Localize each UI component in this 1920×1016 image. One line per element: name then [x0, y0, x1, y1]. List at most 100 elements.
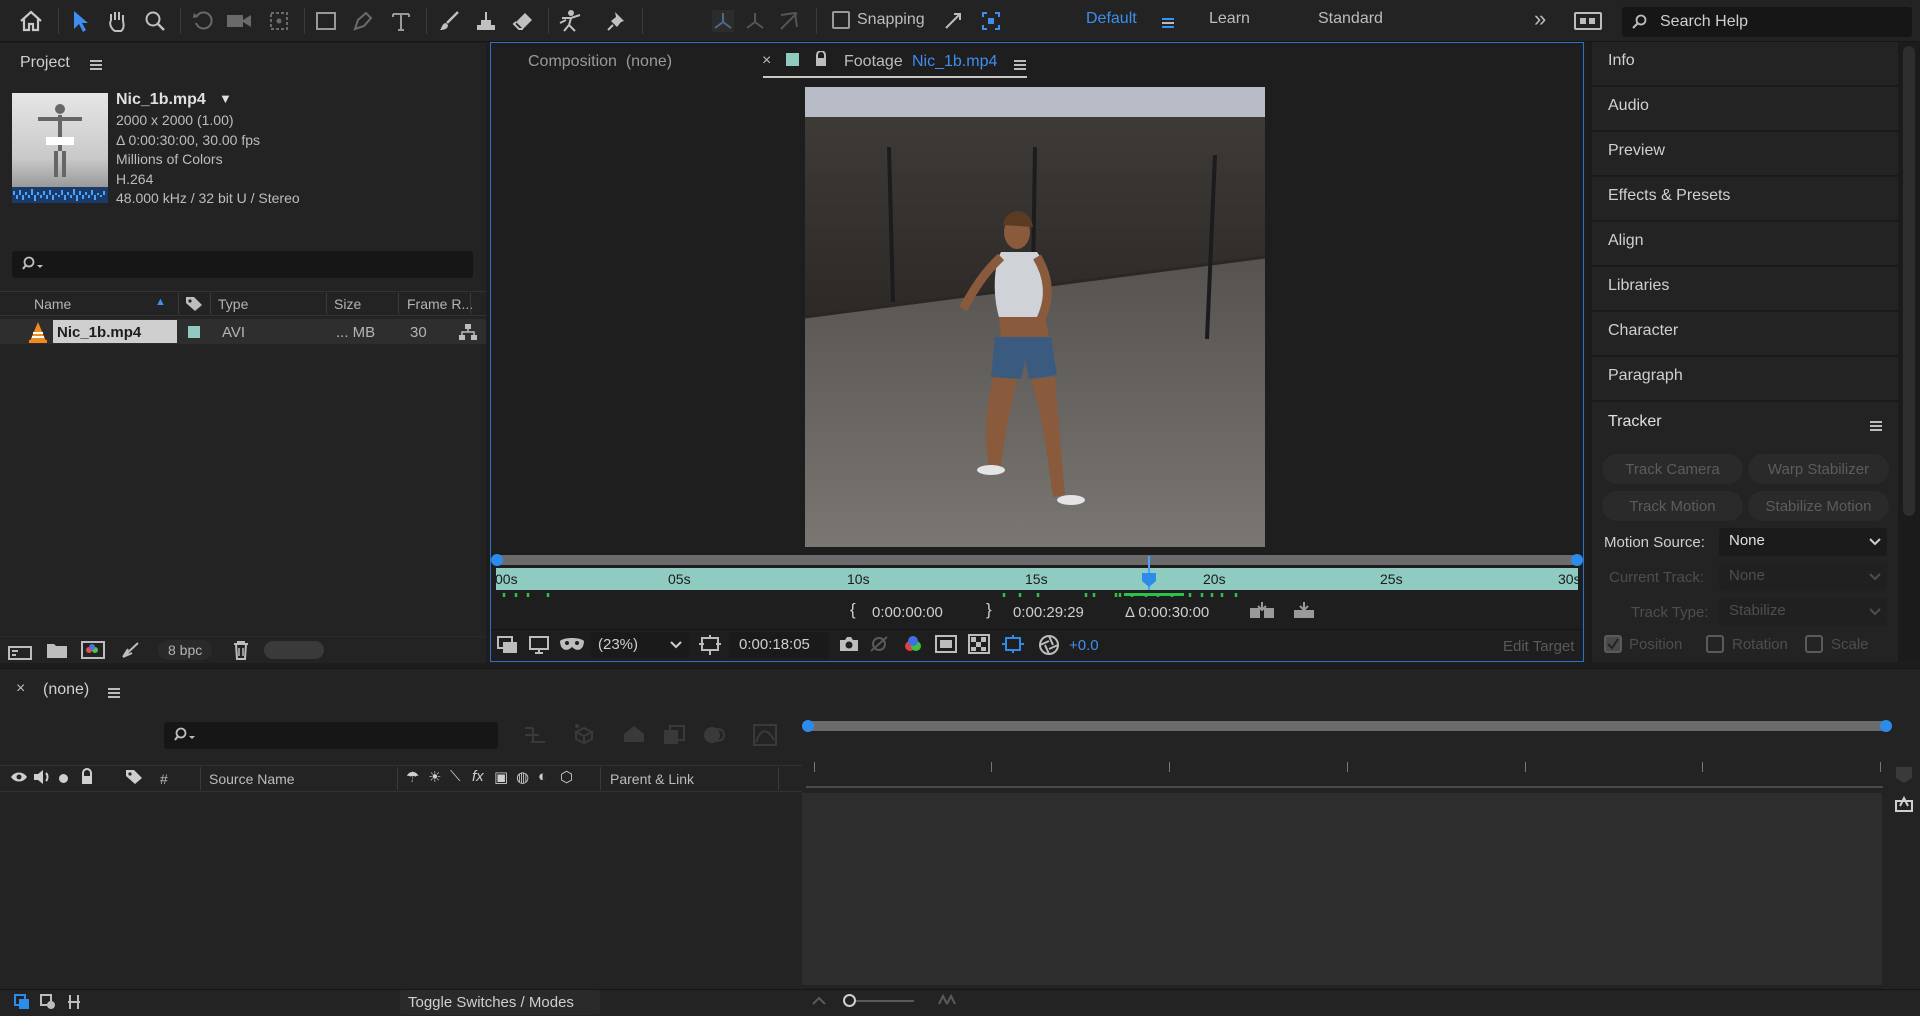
shy-switch-icon[interactable]: ☂	[406, 768, 419, 786]
project-panel-title[interactable]: Project	[20, 54, 70, 72]
hand-tool-icon[interactable]	[100, 4, 134, 38]
comp-flowchart-icon[interactable]	[523, 724, 547, 746]
motion-blur-icon[interactable]	[702, 724, 726, 746]
in-out-columns-icon[interactable]	[66, 993, 82, 1011]
out-point-time[interactable]: 0:00:29:29	[1013, 604, 1084, 621]
tracker-title[interactable]: Tracker	[1608, 413, 1662, 431]
thumbnail-slider[interactable]	[264, 641, 324, 659]
collapse-switch-icon[interactable]: ☀	[428, 768, 441, 786]
tracker-menu-icon[interactable]	[1870, 418, 1882, 435]
pen-tool-icon[interactable]	[346, 4, 380, 38]
label-tag-icon[interactable]	[185, 296, 203, 312]
exposure-value[interactable]: +0.0	[1069, 637, 1099, 654]
rotation-checkbox[interactable]	[1706, 635, 1724, 653]
adjustment-layer-icon[interactable]: ◐	[538, 768, 547, 785]
project-menu-icon[interactable]	[90, 57, 102, 74]
timeline-search-input[interactable]	[164, 722, 498, 749]
always-preview-icon[interactable]	[497, 636, 519, 654]
col-frame-rate[interactable]: Frame R...	[407, 296, 473, 312]
close-timeline-icon[interactable]: ×	[16, 680, 25, 698]
track-camera-button[interactable]: Track Camera	[1602, 454, 1743, 484]
puppet-pin-tool-icon[interactable]	[600, 4, 634, 38]
workspace-default[interactable]: Default	[1086, 10, 1137, 28]
motion-blur-switch-icon[interactable]: ◍	[516, 768, 529, 786]
project-settings-icon[interactable]	[120, 641, 142, 659]
sync-settings-icon[interactable]	[1574, 12, 1602, 30]
transfer-controls-icon[interactable]	[40, 994, 56, 1010]
work-area-bar[interactable]	[496, 555, 1578, 565]
snap-option-icon[interactable]	[936, 4, 970, 38]
close-tab-icon[interactable]: ×	[762, 52, 771, 70]
resolution-icon[interactable]	[698, 634, 722, 656]
col-parent-link[interactable]: Parent & Link	[610, 771, 694, 787]
quality-switch-icon[interactable]: ⟍	[450, 768, 461, 785]
timeline-zoom-thumb[interactable]	[843, 994, 856, 1007]
col-source-name[interactable]: Source Name	[209, 771, 295, 787]
interpret-footage-icon[interactable]	[8, 642, 32, 660]
track-motion-button[interactable]: Track Motion	[1602, 491, 1743, 521]
fx-switch-icon[interactable]: fx	[472, 768, 484, 785]
footage-tab-name[interactable]: Nic_1b.mp4	[912, 53, 997, 71]
viewer-playhead[interactable]	[1141, 572, 1157, 588]
panel-paragraph[interactable]: Paragraph	[1592, 357, 1898, 401]
col-size[interactable]: Size	[334, 296, 361, 312]
col-type[interactable]: Type	[218, 296, 248, 312]
fast-previews-icon[interactable]	[1001, 634, 1025, 654]
world-axis-mode-icon[interactable]	[738, 4, 772, 38]
rotate-tool-icon[interactable]	[186, 4, 220, 38]
pan-behind-tool-icon[interactable]	[262, 4, 296, 38]
label-tag-icon[interactable]	[125, 769, 143, 785]
col-name[interactable]: Name	[34, 296, 71, 312]
timeline-work-area-bar[interactable]	[809, 721, 1886, 731]
overlay-edit-icon[interactable]	[1290, 600, 1318, 620]
panel-character[interactable]: Character	[1592, 312, 1898, 356]
draft-3d-icon[interactable]	[572, 722, 596, 746]
color-channels-icon[interactable]	[902, 634, 924, 654]
transparency-grid-icon[interactable]	[968, 634, 990, 654]
track-type-dropdown[interactable]: Stabilize	[1719, 598, 1887, 626]
new-folder-icon[interactable]	[46, 641, 68, 659]
camera-tool-icon[interactable]	[222, 4, 256, 38]
mask-visibility-icon[interactable]	[558, 635, 586, 655]
panel-libraries[interactable]: Libraries	[1592, 267, 1898, 311]
timeline-work-start-handle[interactable]	[802, 720, 814, 732]
home-icon[interactable]	[14, 4, 48, 38]
layer-track-area[interactable]	[802, 793, 1882, 985]
panel-info[interactable]: Info	[1592, 42, 1898, 86]
frame-blending-icon[interactable]	[662, 724, 686, 746]
toggle-switches-modes-button[interactable]: Toggle Switches / Modes	[400, 990, 600, 1015]
selection-tool-icon[interactable]	[63, 4, 97, 38]
flowchart-icon[interactable]	[458, 323, 478, 341]
shy-layers-icon[interactable]	[622, 724, 646, 744]
snapshot-camera-icon[interactable]	[838, 635, 860, 653]
timeline-tab-title[interactable]: (none)	[43, 681, 89, 699]
row-name[interactable]: Nic_1b.mp4	[57, 324, 141, 341]
in-point-time[interactable]: 0:00:00:00	[872, 604, 943, 621]
clone-stamp-tool-icon[interactable]	[469, 4, 503, 38]
eraser-tool-icon[interactable]	[506, 4, 540, 38]
workspace-menu-icon[interactable]	[1162, 15, 1174, 32]
item-dropdown-icon[interactable]: ▼	[219, 91, 232, 106]
panel-preview[interactable]: Preview	[1592, 132, 1898, 176]
panel-audio[interactable]: Audio	[1592, 87, 1898, 131]
layer-list-area[interactable]	[0, 793, 802, 989]
snapping-checkbox[interactable]	[832, 11, 850, 29]
more-workspaces-icon[interactable]: »	[1534, 6, 1546, 32]
position-checkbox[interactable]	[1604, 635, 1622, 653]
project-search-input[interactable]	[12, 251, 473, 278]
out-point-icon[interactable]: }	[986, 600, 992, 620]
search-help-field[interactable]: Search Help	[1622, 7, 1912, 37]
row-label-swatch[interactable]	[188, 326, 200, 338]
monitor-icon[interactable]	[528, 636, 550, 654]
local-axis-mode-icon[interactable]	[706, 4, 740, 38]
zoom-tool-icon[interactable]	[138, 4, 172, 38]
viewer-menu-icon[interactable]	[1014, 57, 1026, 74]
layer-switches-toggle-icon[interactable]	[14, 994, 30, 1010]
zoom-dropdown[interactable]: (23%)	[590, 632, 690, 658]
warp-stabilizer-button[interactable]: Warp Stabilizer	[1748, 454, 1889, 484]
audio-speaker-icon[interactable]	[33, 769, 51, 785]
project-item-name[interactable]: Nic_1b.mp4	[116, 91, 206, 109]
zoom-out-icon[interactable]	[812, 996, 826, 1006]
motion-source-dropdown[interactable]: None	[1719, 528, 1887, 556]
solo-icon[interactable]	[59, 774, 68, 783]
